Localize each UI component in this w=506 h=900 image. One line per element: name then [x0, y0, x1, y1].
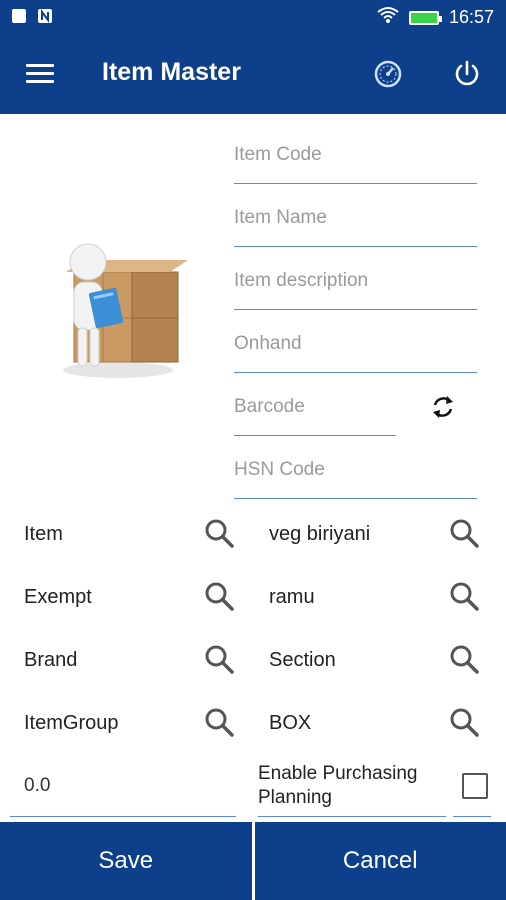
- action-bar: Save Cancel: [0, 822, 506, 900]
- lookup-label: ItemGroup: [24, 711, 119, 734]
- lookup-label: Section: [269, 648, 336, 671]
- app-bar: Item Master: [0, 34, 506, 114]
- search-icon[interactable]: [201, 641, 237, 677]
- lookup-label: Brand: [24, 648, 78, 671]
- status-time: 16:57: [448, 7, 494, 27]
- search-icon[interactable]: [446, 704, 482, 740]
- image-icon: [12, 9, 26, 23]
- speedometer-icon[interactable]: [370, 56, 406, 92]
- lookup-label: ramu: [269, 585, 315, 608]
- menu-icon[interactable]: [26, 64, 54, 84]
- page-title: Item Master: [102, 58, 241, 86]
- item-code-input[interactable]: [234, 144, 477, 166]
- barcode-field[interactable]: [234, 376, 396, 436]
- item-code-field[interactable]: [234, 124, 477, 184]
- lookup-section: Section: [269, 635, 336, 685]
- lookup-label: veg biriyani: [269, 522, 371, 545]
- enable-purchasing-planning-label: Enable Purchasing Planning: [258, 763, 418, 808]
- onhand-input[interactable]: [234, 333, 477, 355]
- status-bar: 16:57: [0, 0, 506, 34]
- hsn-code-field[interactable]: [234, 439, 477, 499]
- numeric-field[interactable]: [10, 755, 236, 817]
- search-icon[interactable]: [201, 578, 237, 614]
- n-notification-icon: [38, 9, 52, 23]
- divider: [258, 816, 446, 817]
- hsn-code-input[interactable]: [234, 459, 477, 481]
- lookup-unit-value: BOX: [269, 698, 311, 748]
- numeric-input[interactable]: [10, 775, 236, 797]
- onhand-field[interactable]: [234, 313, 477, 373]
- lookup-label: Item: [24, 522, 63, 545]
- refresh-barcode-icon[interactable]: [426, 390, 460, 424]
- search-icon[interactable]: [446, 578, 482, 614]
- item-description-field[interactable]: [234, 250, 477, 310]
- item-name-input[interactable]: [234, 207, 477, 229]
- lookup-label: BOX: [269, 711, 312, 734]
- battery-charging-icon: [408, 10, 442, 25]
- item-illustration: [48, 232, 188, 382]
- power-icon[interactable]: [449, 56, 485, 92]
- lookup-category-value: veg biriyani: [269, 509, 370, 559]
- wifi-icon: [377, 6, 399, 29]
- lookup-label: Exempt: [24, 585, 92, 608]
- status-right: 16:57: [377, 6, 494, 29]
- search-icon[interactable]: [201, 515, 237, 551]
- enable-purchasing-planning-checkbox[interactable]: [462, 773, 488, 799]
- save-button[interactable]: Save: [0, 822, 252, 900]
- lookup-item: Item: [24, 509, 63, 559]
- search-icon[interactable]: [201, 704, 237, 740]
- lookup-brand: Brand: [24, 635, 77, 685]
- item-name-field[interactable]: [234, 187, 477, 247]
- search-icon[interactable]: [446, 515, 482, 551]
- lookup-person-value: ramu: [269, 572, 315, 622]
- lookup-itemgroup: ItemGroup: [24, 698, 118, 748]
- cancel-button[interactable]: Cancel: [255, 822, 506, 900]
- item-description-input[interactable]: [234, 270, 477, 292]
- divider: [453, 816, 491, 817]
- barcode-input[interactable]: [234, 396, 396, 418]
- status-left-icons: [12, 9, 52, 23]
- search-icon[interactable]: [446, 641, 482, 677]
- lookup-exempt: Exempt: [24, 572, 92, 622]
